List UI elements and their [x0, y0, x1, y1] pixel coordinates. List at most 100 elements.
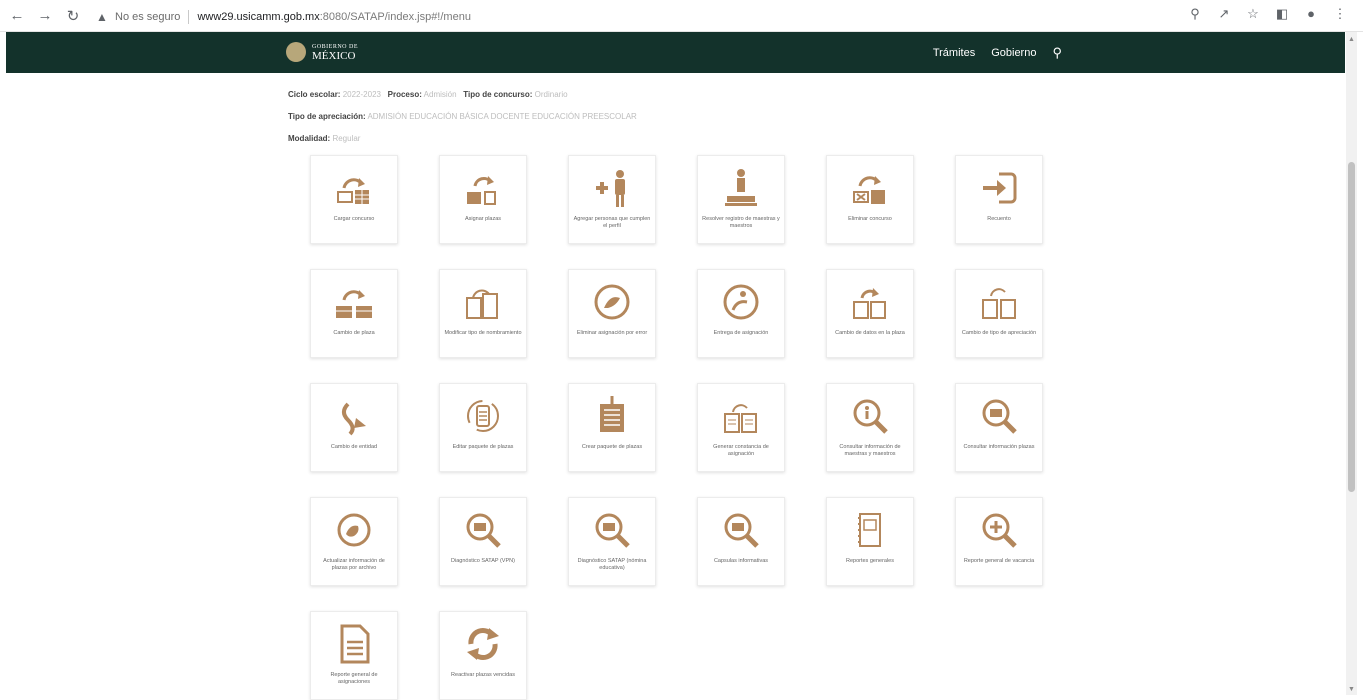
shield-icon [286, 42, 306, 62]
filter-row-1: Ciclo escolar: 2022-2023 Proceso: Admisi… [288, 84, 637, 106]
menu-tile-label: Entrega de asignación [713, 330, 769, 336]
security-label[interactable]: No es seguro [115, 11, 180, 23]
menu-tile-label: Reporte general de vacancia [963, 558, 1035, 564]
menu-tile[interactable]: Cargar concurso [310, 155, 398, 244]
reports-icon [848, 508, 892, 552]
menu-tile[interactable]: Diagnóstico SATAP (VPN) [439, 497, 527, 586]
create-package-icon [590, 394, 634, 438]
menu-tile[interactable]: Eliminar asignación por error [568, 269, 656, 358]
site-header: GOBIERNO DE MÉXICO Trámites Gobierno ⚲ [6, 32, 1345, 73]
menu-tile-label: Asignar plazas [464, 216, 502, 222]
menu-tile-label: Eliminar asignación por error [576, 330, 648, 336]
ciclo-label: Ciclo escolar: [288, 90, 341, 99]
filter-row-3: Modalidad: Regular [288, 128, 637, 150]
menu-tile[interactable]: Consultar información plazas [955, 383, 1043, 472]
tipo-concurso-value: Ordinario [534, 90, 568, 99]
menu-tile[interactable]: Consultar información de maestras y maes… [826, 383, 914, 472]
modalidad-label: Modalidad: [288, 134, 331, 143]
browser-toolbar: ← → ↻ ▲ No es seguro www29.usicamm.gob.m… [0, 0, 1363, 32]
menu-tile-label: Cambio de entidad [330, 444, 378, 450]
scrollbar[interactable]: ▲ ▼ [1346, 32, 1357, 695]
menu-tile-label: Resolver registro de maestras y maestros [702, 216, 780, 229]
reload-icon[interactable]: ↻ [62, 5, 84, 27]
share-icon[interactable]: ↗ [1215, 6, 1233, 22]
nav-gobierno[interactable]: Gobierno [991, 47, 1036, 59]
remove-assignment-icon [590, 280, 634, 324]
search-icon[interactable]: ⚲ [1052, 45, 1062, 61]
modify-appointment-icon [461, 280, 505, 324]
menu-tile[interactable]: Crear paquete de plazas [568, 383, 656, 472]
vacancy-report-icon [977, 508, 1021, 552]
assign-places-icon [461, 166, 505, 210]
profile-icon[interactable]: ● [1302, 6, 1320, 22]
menu-tile[interactable]: Agregar personas que cumplen el perfil [568, 155, 656, 244]
menu-tile[interactable]: Cambio de datos en la plaza [826, 269, 914, 358]
delete-contest-icon [848, 166, 892, 210]
scroll-up-icon[interactable]: ▲ [1348, 36, 1355, 43]
menu-tile[interactable]: Recuento [955, 155, 1043, 244]
change-type-icon [977, 280, 1021, 324]
forward-icon[interactable]: → [34, 5, 56, 27]
menu-tile[interactable]: Modificar tipo de nombramiento [439, 269, 527, 358]
menu-tile[interactable]: Reportes generales [826, 497, 914, 586]
menu-tile[interactable]: Reporte general de vacancia [955, 497, 1043, 586]
back-icon[interactable]: ← [6, 5, 28, 27]
proceso-label: Proceso: [387, 90, 422, 99]
gov-logo[interactable]: GOBIERNO DE MÉXICO [286, 42, 358, 62]
menu-tile-label: Cambio de plaza [333, 330, 375, 336]
modalidad-value: Regular [332, 134, 361, 143]
menu-tile[interactable]: Resolver registro de maestras y maestros [697, 155, 785, 244]
nav-tramites[interactable]: Trámites [933, 47, 975, 59]
filter-summary: Ciclo escolar: 2022-2023 Proceso: Admisi… [288, 84, 637, 150]
menu-tile[interactable]: Asignar plazas [439, 155, 527, 244]
star-icon[interactable]: ☆ [1244, 6, 1262, 22]
zoom-icon[interactable]: ⚲ [1186, 6, 1204, 22]
menu-tile[interactable]: Generar constancia de asignación [697, 383, 785, 472]
menu-tile-label: Reportes generales [845, 558, 894, 564]
menu-tile[interactable]: Reactivar plazas vencidas [439, 611, 527, 700]
scroll-down-icon[interactable]: ▼ [1348, 686, 1355, 693]
url-path[interactable]: :8080/SATAP/index.jsp#!/menu [320, 11, 471, 23]
resolve-registry-icon [719, 166, 763, 210]
deliver-assignment-icon [719, 280, 763, 324]
menu-tile-label: Editar paquete de plazas [452, 444, 514, 450]
menu-tile-label: Actualizar información de plazas por arc… [323, 558, 385, 571]
menu-tile[interactable]: Cambio de tipo de apreciación [955, 269, 1043, 358]
menu-tile[interactable]: Eliminar concurso [826, 155, 914, 244]
menu-tile-label: Reporte general de asignaciones [330, 672, 378, 685]
filter-row-2: Tipo de apreciación: ADMISIÓN EDUCACIÓN … [288, 106, 637, 128]
warning-icon[interactable]: ▲ [96, 10, 110, 24]
menu-tile[interactable]: Reporte general de asignaciones [310, 611, 398, 700]
menu-tile-label: Cambio de datos en la plaza [835, 330, 905, 336]
menu-icon[interactable]: ⋮ [1331, 6, 1349, 22]
menu-tile[interactable]: Entrega de asignación [697, 269, 785, 358]
change-entity-icon [332, 394, 376, 438]
edit-package-icon [461, 394, 505, 438]
menu-tile-label: Modificar tipo de nombramiento [444, 330, 522, 336]
menu-tile-label: Diagnóstico SATAP (nómina educativa) [577, 558, 647, 571]
menu-tile-label: Eliminar concurso [848, 216, 892, 222]
menu-tile[interactable]: Cambio de plaza [310, 269, 398, 358]
menu-tile[interactable]: Cambio de entidad [310, 383, 398, 472]
menu-grid: Cargar concurso Asignar plazas Agregar per… [310, 155, 1043, 700]
address-bar[interactable]: ▲ No es seguro www29.usicamm.gob.mx :808… [96, 6, 1306, 27]
menu-tile-label: Cargar concurso [333, 216, 375, 222]
change-data-icon [848, 280, 892, 324]
menu-tile-label: Recuento [987, 216, 1011, 222]
tipo-concurso-label: Tipo de concurso: [463, 90, 533, 99]
menu-tile-label: Generar constancia de asignación [713, 444, 769, 457]
menu-tile-label: Cambio de tipo de apreciación [961, 330, 1037, 336]
tipo-apreciacion-value: ADMISIÓN EDUCACIÓN BÁSICA DOCENTE EDUCAC… [367, 112, 637, 121]
menu-tile-label: Consultar información plazas [963, 444, 1035, 450]
menu-tile[interactable]: Capsulas informativas [697, 497, 785, 586]
menu-tile-label: Reactivar plazas vencidas [451, 672, 515, 678]
menu-tile[interactable]: Editar paquete de plazas [439, 383, 527, 472]
sidepanel-icon[interactable]: ◧ [1273, 6, 1291, 22]
menu-tile[interactable]: Actualizar información de plazas por arc… [310, 497, 398, 586]
logo-text: GOBIERNO DE MÉXICO [312, 44, 358, 62]
header-nav: Trámites Gobierno ⚲ [933, 45, 1062, 61]
menu-tile[interactable]: Diagnóstico SATAP (nómina educativa) [568, 497, 656, 586]
scroll-thumb[interactable] [1348, 162, 1355, 492]
diagnostic-payroll-icon [590, 508, 634, 552]
url-host[interactable]: www29.usicamm.gob.mx [197, 11, 319, 23]
